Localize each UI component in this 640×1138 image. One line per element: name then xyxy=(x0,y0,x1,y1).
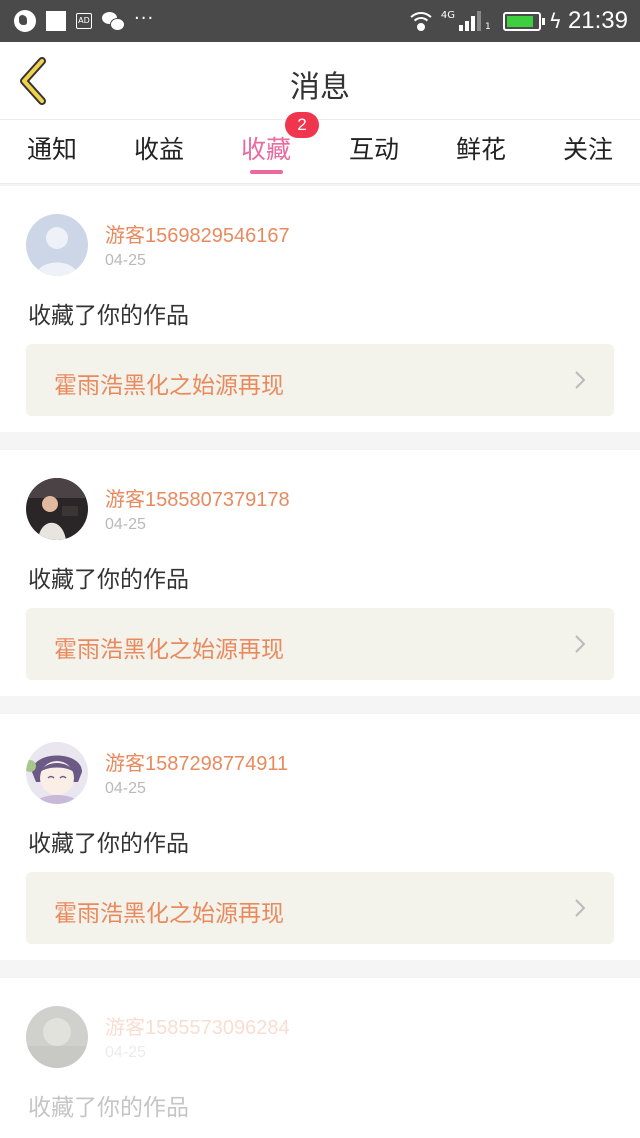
username[interactable]: 游客1585807379178 xyxy=(105,483,290,512)
message-card: 游客1585573096284 04-25 收藏了你的作品 xyxy=(0,978,640,1138)
status-notifications: AD ··· xyxy=(14,8,154,34)
tab-earnings[interactable]: 收益 xyxy=(104,130,214,166)
tab-follows[interactable]: 关注 xyxy=(533,130,640,166)
globe-icon xyxy=(14,10,36,32)
message-card: 游客1569829546167 04-25 收藏了你的作品 霍雨浩黑化之始源再现 xyxy=(0,186,640,432)
message-date: 04-25 xyxy=(105,252,146,269)
anime-avatar xyxy=(26,742,88,804)
message-text: 收藏了你的作品 xyxy=(28,303,189,329)
work-link[interactable]: 霍雨浩黑化之始源再现 xyxy=(26,872,614,944)
image-placeholder-icon xyxy=(46,11,66,31)
active-tab-indicator xyxy=(250,170,283,174)
message-date: 04-25 xyxy=(105,780,146,797)
user-photo-avatar xyxy=(26,1006,88,1068)
message-date: 04-25 xyxy=(105,1044,146,1061)
network-type: 4G xyxy=(440,9,455,21)
avatar[interactable] xyxy=(26,1006,88,1068)
tab-bar: 通知 收益 收藏 互动 鲜花 关注 xyxy=(0,120,640,184)
avatar[interactable] xyxy=(26,214,88,276)
chevron-right-icon xyxy=(575,371,586,389)
ad-icon: AD xyxy=(76,13,92,29)
username[interactable]: 游客1587298774911 xyxy=(105,747,288,776)
message-text: 收藏了你的作品 xyxy=(28,1095,189,1121)
avatar[interactable] xyxy=(26,478,88,540)
message-text: 收藏了你的作品 xyxy=(28,831,189,857)
message-card: 游客1587298774911 04-25 收藏了你的作品 霍雨浩黑化之始源再现 xyxy=(0,714,640,960)
battery-icon xyxy=(502,11,545,31)
work-title: 霍雨浩黑化之始源再现 xyxy=(54,373,284,399)
page-title: 消息 xyxy=(290,70,350,105)
default-avatar-icon xyxy=(26,214,88,276)
app-header: 消息 xyxy=(0,42,640,120)
work-link[interactable]: 霍雨浩黑化之始源再现 xyxy=(26,344,614,416)
clock: 21:39 xyxy=(567,7,628,34)
avatar[interactable] xyxy=(26,742,88,804)
wechat-icon xyxy=(102,11,125,31)
work-link[interactable]: 霍雨浩黑化之始源再现 xyxy=(26,608,614,680)
chevron-right-icon xyxy=(575,899,586,917)
message-date: 04-25 xyxy=(105,516,146,533)
username[interactable]: 游客1585573096284 xyxy=(105,1011,290,1040)
unread-badge: 2 xyxy=(285,112,319,138)
tab-interactions[interactable]: 互动 xyxy=(319,130,429,166)
status-bar: AD ··· 4G 1 ϟ 21:39 xyxy=(0,0,640,42)
charging-icon: ϟ xyxy=(548,9,562,33)
tab-notifications[interactable]: 通知 xyxy=(0,130,107,166)
wifi-icon xyxy=(406,10,435,32)
user-photo-avatar xyxy=(26,478,88,540)
tab-flowers[interactable]: 鲜花 xyxy=(426,130,536,166)
status-system: 4G 1 ϟ 21:39 xyxy=(406,6,628,36)
signal-icon xyxy=(459,11,481,31)
sim-slot: 1 xyxy=(485,22,491,32)
message-text: 收藏了你的作品 xyxy=(28,567,189,593)
more-notifications-icon: ··· xyxy=(134,7,155,29)
chevron-right-icon xyxy=(575,635,586,653)
username[interactable]: 游客1569829546167 xyxy=(105,219,290,248)
message-card: 游客1585807379178 04-25 收藏了你的作品 霍雨浩黑化之始源再现 xyxy=(0,450,640,696)
work-title: 霍雨浩黑化之始源再现 xyxy=(54,901,284,927)
work-title: 霍雨浩黑化之始源再现 xyxy=(54,637,284,663)
